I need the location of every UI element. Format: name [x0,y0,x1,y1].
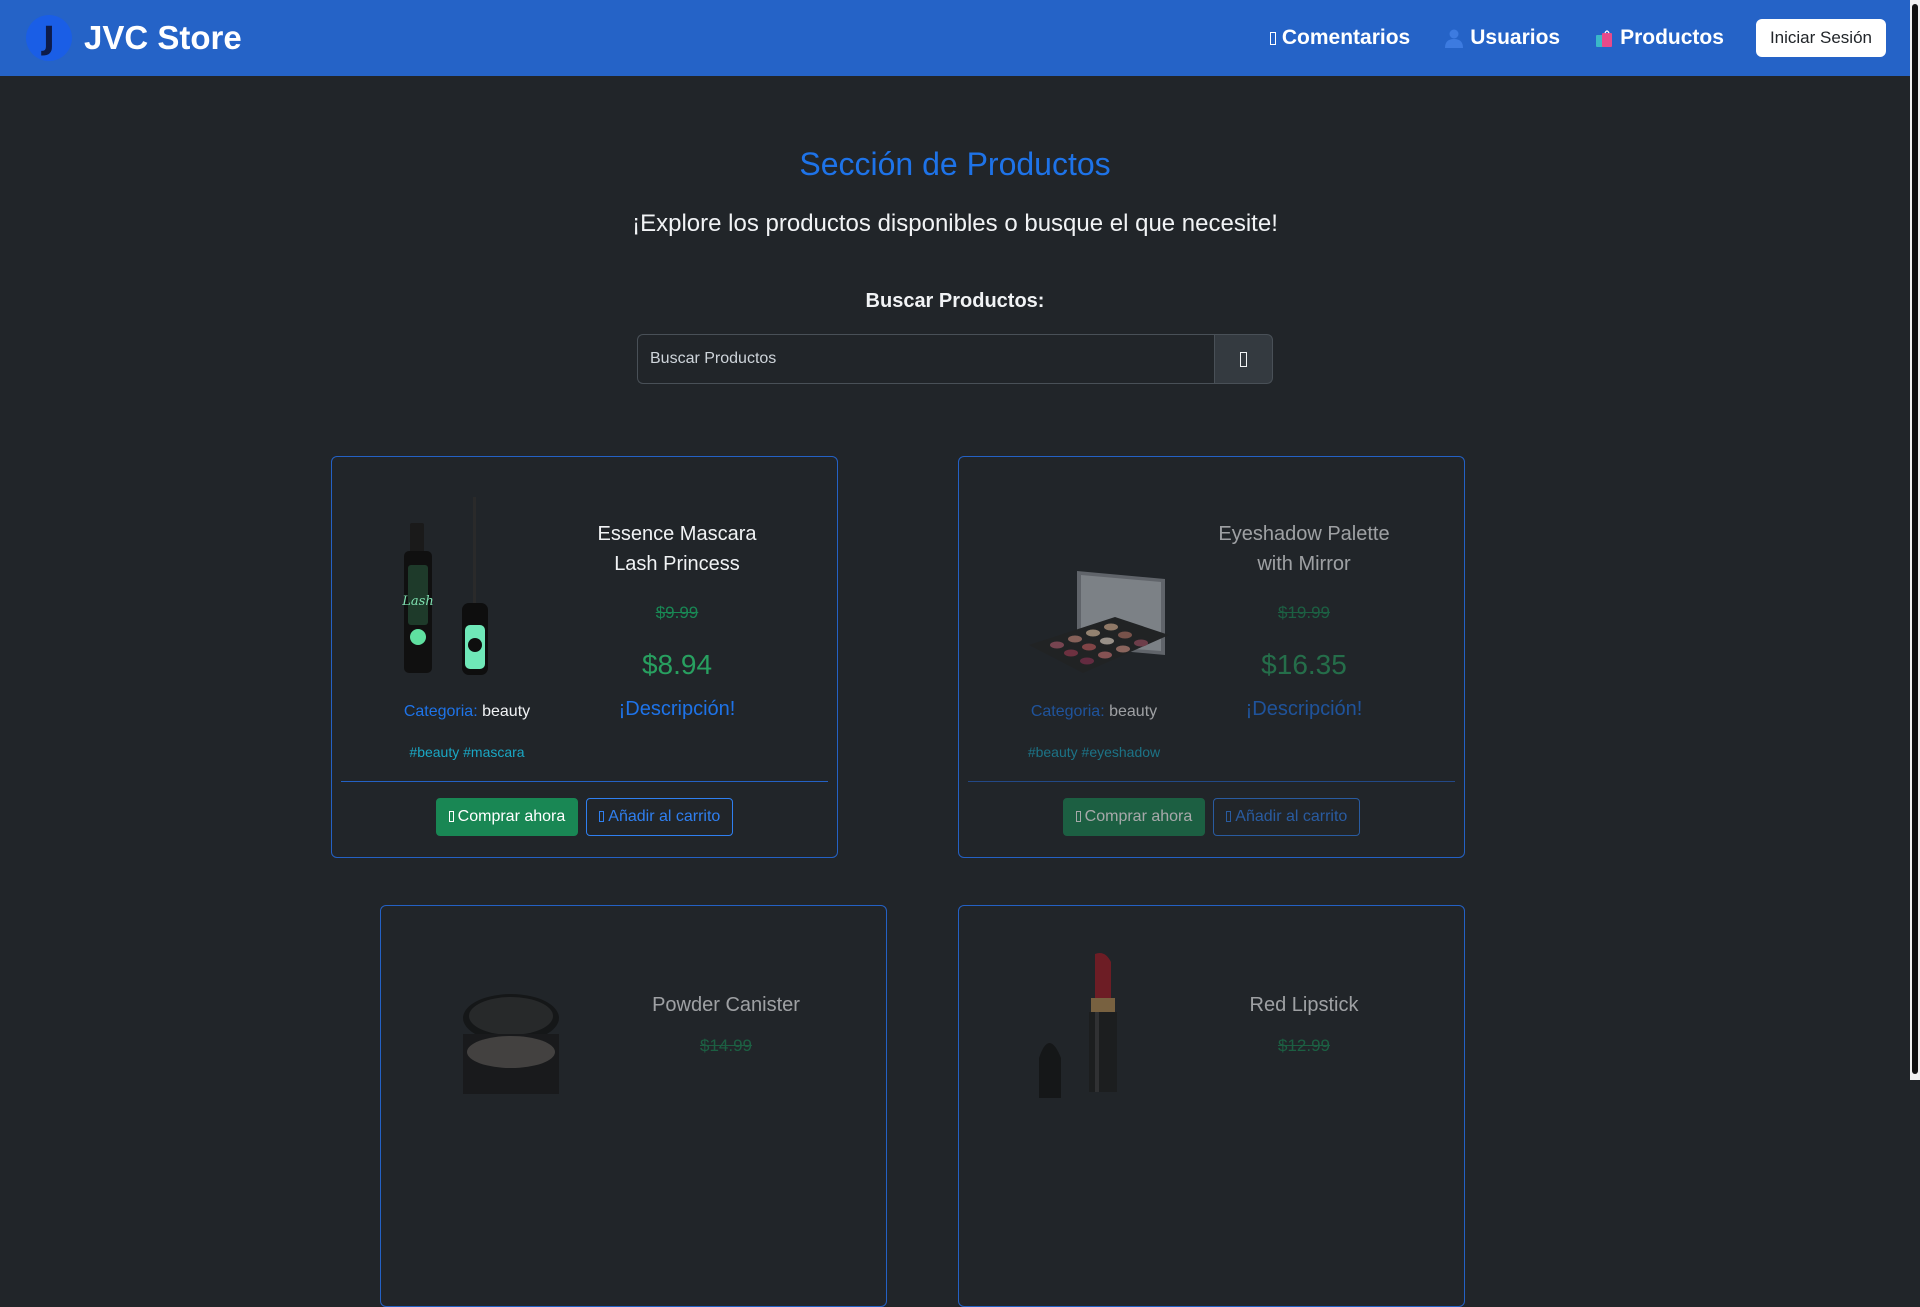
product-card: Powder Canister $14.99 [380,905,887,1307]
old-price: $12.99 [1278,1036,1330,1055]
product-card: Lash Essence Mascara Lash Princess $9.99… [331,456,838,858]
old-price: $9.99 [655,603,699,622]
product-category: Categoria: beauty [352,703,582,721]
login-button[interactable]: Iniciar Sesión [1755,19,1886,57]
old-price: $14.99 [700,1036,752,1055]
product-tags: #beauty #eyeshadow [1027,744,1161,760]
buy-now-label: Comprar ahora [1084,808,1193,825]
search-input[interactable] [637,334,1214,384]
powder-canister-image [463,994,559,1094]
cart-plus-icon [599,811,605,823]
search-group [637,334,1273,384]
nav-link-usuarios[interactable]: Usuarios [1444,26,1560,50]
nav-links: Comentarios Usuarios Productos Iniciar S… [1236,19,1886,57]
user-icon [1445,29,1464,48]
search-label: Buscar Productos: [865,290,1045,312]
product-title: Powder Canister [652,994,800,1016]
buy-now-button[interactable]: Comprar ahora [1062,798,1206,836]
card-divider [968,781,1455,782]
brand-name: JVC Store [84,19,242,56]
mascara-image: Lash [401,497,488,675]
product-category: Categoria: beauty [979,703,1209,721]
nav-link-label: Productos [1620,26,1724,49]
description-link[interactable]: ¡Descripción! [1214,698,1394,721]
cart-icon [448,811,454,823]
red-lipstick-image [1039,953,1117,1098]
nav-link-label: Usuarios [1470,26,1561,49]
category-label: Categoria: [403,703,478,720]
cart-icon [1075,811,1081,823]
add-to-cart-button[interactable]: Añadir al carrito [586,798,734,836]
scrollbar[interactable] [1910,0,1920,1080]
product-price: $16.35 [1261,649,1347,680]
scrollbar-thumb[interactable] [1912,4,1918,1074]
search-button[interactable] [1214,334,1273,384]
description-link[interactable]: ¡Descripción! [587,698,767,721]
product-title: Essence Mascara Lash Princess [597,523,757,575]
product-title: Red Lipstick [1249,994,1359,1016]
category-value: beauty [1109,703,1158,720]
buy-now-label: Comprar ahora [457,808,566,825]
cart-plus-icon [1226,811,1232,823]
page-title: Sección de Productos [799,146,1111,182]
card-actions: Comprar ahora Añadir al carrito [959,798,1464,836]
brand-logo: J [26,15,72,61]
old-price: $19.99 [1278,603,1330,622]
buy-now-button[interactable]: Comprar ahora [435,798,579,836]
product-card: Red Lipstick $12.99 [958,905,1465,1307]
nav-link-comentarios[interactable]: Comentarios [1269,26,1411,50]
product-tags: #beauty #mascara [409,744,525,760]
category-value: beauty [482,703,531,720]
brand[interactable]: J JVC Store [26,15,242,61]
card-actions: Comprar ahora Añadir al carrito [332,798,837,836]
svg-text:Lash: Lash [401,594,433,609]
eyeshadow-palette-image [1029,571,1169,673]
card-divider [341,781,828,782]
add-to-cart-label: Añadir al carrito [608,808,721,825]
add-to-cart-button[interactable]: Añadir al carrito [1213,798,1361,836]
product-card: Eyeshadow Palette with Mirror $19.99 $16… [958,456,1465,858]
page-subtitle: ¡Explore los productos disponibles o bus… [632,210,1278,237]
category-label: Categoria: [1030,703,1105,720]
add-to-cart-label: Añadir al carrito [1235,808,1348,825]
comment-icon [1269,31,1276,45]
nav-link-label: Comentarios [1281,26,1411,49]
nav-link-productos[interactable]: Productos [1594,26,1724,50]
top-navbar: J JVC Store Comentarios Usuarios Product… [0,0,1910,76]
product-price: $8.94 [641,649,713,680]
product-title: Eyeshadow Palette with Mirror [1218,523,1390,575]
search-icon [1240,351,1247,367]
shopping-bags-icon [1596,30,1613,47]
